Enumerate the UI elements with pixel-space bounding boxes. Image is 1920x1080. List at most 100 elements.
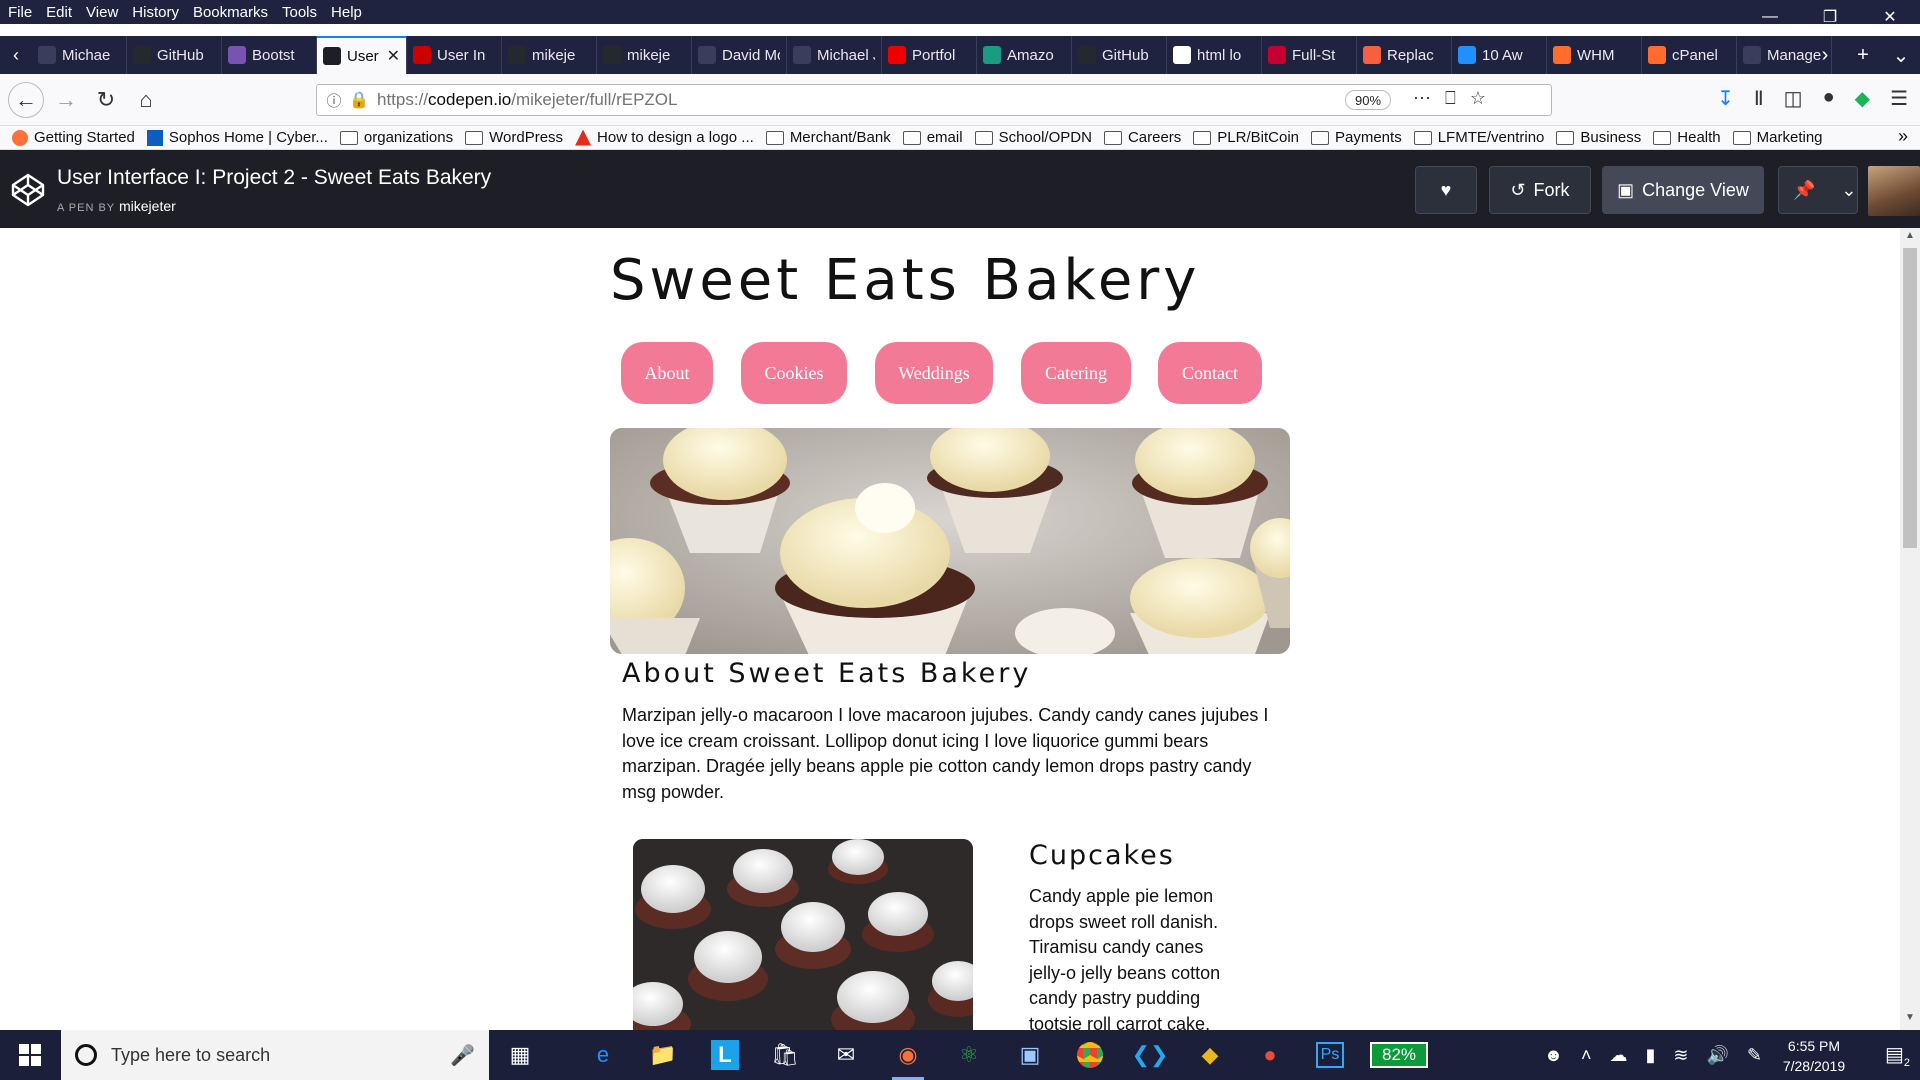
people-icon[interactable]: ☻ [1544, 1045, 1563, 1066]
show-hidden-icon[interactable]: ˄ [1581, 1045, 1592, 1066]
browser-tab[interactable]: David Mo [692, 36, 787, 74]
browser-tab[interactable]: GitHub [127, 36, 222, 74]
home-icon[interactable]: ⌂ [130, 84, 162, 116]
library-icon[interactable]: Ⅱ [1754, 86, 1764, 111]
browser-tab[interactable]: 10 Aw [1452, 36, 1547, 74]
bookmark-item[interactable]: How to design a logo ... [575, 129, 754, 146]
url-bar[interactable]: ⓘ 🔒 https://codepen.io/mikejeter/full/rE… [316, 84, 1552, 116]
bookmark-item[interactable]: LFMTE/ventrino [1413, 129, 1544, 146]
taskbar-clock[interactable]: 6:55 PM 7/28/2019 [1774, 1036, 1854, 1076]
bookmark-item[interactable]: WordPress [465, 129, 563, 146]
close-icon[interactable]: ✕ [1860, 0, 1920, 34]
nav-button-weddings[interactable]: Weddings [875, 342, 993, 404]
browser-tab[interactable]: Michae [32, 36, 127, 74]
change-view-button[interactable]: ▣ Change View [1602, 166, 1764, 214]
pen-icon[interactable]: ✎ [1747, 1045, 1762, 1066]
bookmark-item[interactable]: Getting Started [12, 129, 135, 146]
browser-tab[interactable]: User In✕ [317, 36, 407, 74]
vscode-icon[interactable]: ❮❯ [1130, 1035, 1170, 1075]
menu-edit[interactable]: Edit [39, 4, 79, 21]
tabs-scroll-left-icon[interactable]: ‹ [0, 36, 32, 74]
microphone-icon[interactable]: 🎤 [450, 1043, 475, 1068]
browser-tab[interactable]: GitHub [1072, 36, 1167, 74]
photoshop-icon[interactable]: Ps [1310, 1035, 1350, 1075]
pocket-icon[interactable]: ⎕ [1445, 88, 1456, 109]
menu-tools[interactable]: Tools [275, 4, 324, 21]
firefox-icon[interactable]: ◉ [888, 1035, 928, 1080]
photos-icon[interactable]: ▣ [1010, 1035, 1050, 1075]
forward-icon[interactable]: → [50, 84, 82, 116]
info-icon[interactable]: ⓘ [321, 90, 347, 111]
bookmarks-overflow-icon[interactable]: » [1898, 126, 1908, 147]
app-icon[interactable]: ● [1250, 1035, 1290, 1075]
bookmark-item[interactable]: Marketing [1732, 129, 1823, 146]
restore-icon[interactable]: ❐ [1800, 0, 1860, 34]
nav-button-about[interactable]: About [621, 342, 713, 404]
browser-tab[interactable]: Amazo [977, 36, 1072, 74]
nav-button-contact[interactable]: Contact [1158, 342, 1262, 404]
pin-button[interactable]: 📌 ⌄ [1778, 166, 1858, 214]
account-icon[interactable]: ● [1823, 86, 1835, 111]
start-button[interactable] [0, 1030, 60, 1080]
fork-button[interactable]: ↺ Fork [1489, 166, 1591, 214]
pen-author-link[interactable]: mikejeter [119, 198, 176, 214]
menu-file[interactable]: File [0, 4, 39, 21]
gitkraken-icon[interactable]: ◆ [1190, 1035, 1230, 1075]
notifications-icon[interactable]: ▤2 [1885, 1042, 1910, 1069]
mail-icon[interactable]: ✉ [826, 1035, 866, 1075]
browser-tab[interactable]: Portfol [882, 36, 977, 74]
scrollbar-thumb[interactable] [1903, 248, 1917, 548]
page-scrollbar[interactable]: ▲ ▼ [1900, 228, 1920, 1030]
scroll-down-icon[interactable]: ▼ [1900, 1012, 1920, 1028]
bookmark-item[interactable]: School/OPDN [974, 129, 1092, 146]
battery-indicator[interactable]: 82% [1370, 1042, 1428, 1068]
browser-tab[interactable]: Replac [1357, 36, 1452, 74]
volume-icon[interactable]: 🔊 [1706, 1045, 1728, 1066]
minimize-icon[interactable]: — [1740, 0, 1800, 34]
url-text[interactable]: https://codepen.io/mikejeter/full/rEPZOL [377, 90, 677, 110]
nav-button-catering[interactable]: Catering [1021, 342, 1131, 404]
back-icon[interactable]: ← [8, 82, 44, 118]
browser-tab[interactable]: html lo [1167, 36, 1262, 74]
browser-tab[interactable]: User In [407, 36, 502, 74]
taskbar-search[interactable]: Type here to search 🎤 [61, 1030, 489, 1080]
bookmark-item[interactable]: organizations [339, 129, 453, 146]
wifi-icon[interactable]: ≋ [1673, 1045, 1688, 1066]
battery-icon[interactable]: ▮ [1645, 1045, 1655, 1066]
avatar[interactable] [1868, 166, 1920, 216]
hamburger-menu-icon[interactable]: ☰ [1890, 86, 1908, 111]
bookmark-item[interactable]: Payments [1311, 129, 1402, 146]
bookmark-star-icon[interactable]: ☆ [1470, 88, 1486, 109]
browser-tab[interactable]: Bootst [222, 36, 317, 74]
bookmark-item[interactable]: email [902, 129, 963, 146]
extension-icon[interactable]: ◆ [1855, 86, 1870, 111]
browser-tab[interactable]: WHM [1547, 36, 1642, 74]
reload-icon[interactable]: ↻ [90, 84, 122, 116]
codepen-logo-icon[interactable] [10, 172, 46, 208]
bookmark-item[interactable]: PLR/BitCoin [1193, 129, 1299, 146]
menu-help[interactable]: Help [324, 4, 369, 21]
browser-tab[interactable]: Michael Je [787, 36, 882, 74]
task-view-icon[interactable]: ▦ [500, 1035, 540, 1075]
zoom-indicator[interactable]: 90% [1345, 90, 1391, 110]
scroll-up-icon[interactable]: ▲ [1900, 230, 1920, 246]
file-explorer-icon[interactable]: 📁 [643, 1035, 683, 1075]
bookmark-item[interactable]: Merchant/Bank [765, 129, 891, 146]
store-icon[interactable]: 🛍 [765, 1035, 805, 1075]
nav-button-cookies[interactable]: Cookies [741, 342, 847, 404]
sidebar-icon[interactable]: ◫ [1784, 86, 1803, 111]
page-actions-icon[interactable]: ⋯ [1413, 88, 1431, 109]
bookmark-item[interactable]: Business [1556, 129, 1641, 146]
browser-tab[interactable]: mikeje [502, 36, 597, 74]
new-tab-icon[interactable]: + [1844, 44, 1882, 67]
bookmark-item[interactable]: Health [1653, 129, 1721, 146]
menu-view[interactable]: View [79, 4, 125, 21]
tab-close-icon[interactable]: ✕ [387, 46, 400, 66]
atom-icon[interactable]: ⚛ [949, 1035, 989, 1075]
chrome-icon[interactable] [1070, 1035, 1110, 1075]
bookmark-item[interactable]: Sophos Home | Cyber... [146, 129, 328, 146]
tabs-scroll-right-icon[interactable]: › [1806, 44, 1844, 67]
onedrive-icon[interactable]: ☁ [1609, 1045, 1627, 1066]
menu-history[interactable]: History [125, 4, 186, 21]
tab-list-icon[interactable]: ⌄ [1882, 43, 1920, 68]
